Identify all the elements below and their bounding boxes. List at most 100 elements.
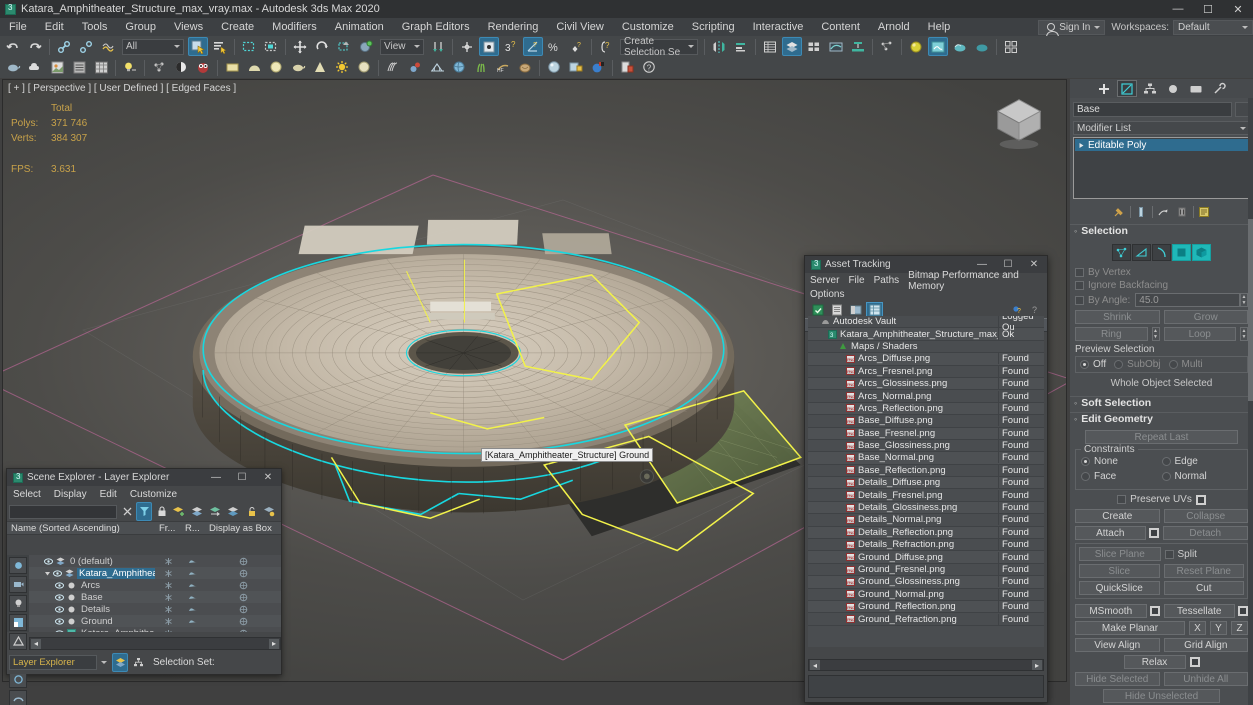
render-iterative-icon[interactable]: [1001, 37, 1021, 56]
schematic-view-icon[interactable]: [848, 37, 868, 56]
eye-icon[interactable]: [55, 629, 64, 632]
scene-explorer-row[interactable]: Details: [29, 603, 281, 615]
material-editor-icon[interactable]: [906, 37, 926, 56]
display-tab-icon[interactable]: [1186, 80, 1206, 97]
freeze-toggle[interactable]: [155, 581, 181, 590]
menu-item-tools[interactable]: Tools: [73, 18, 117, 36]
preserve-uvs-settings-icon[interactable]: [1195, 494, 1206, 505]
asset-tracking-row[interactable]: 3Katara_Amphitheater_Structure_max_vray.…: [808, 328, 1044, 341]
skin-icon[interactable]: [515, 58, 535, 77]
select-object-icon[interactable]: [188, 37, 208, 56]
minimize-button[interactable]: —: [1163, 0, 1193, 18]
rollup-edit-geometry-header[interactable]: ◦ Edit Geometry: [1070, 412, 1253, 425]
select-tool-icon[interactable]: [9, 557, 27, 574]
eye-icon[interactable]: [55, 617, 64, 625]
use-pivot-point-center-icon[interactable]: [428, 37, 448, 56]
ring-button[interactable]: Ring: [1075, 327, 1148, 341]
bones-filter-icon[interactable]: [9, 690, 27, 705]
unhide-all-button[interactable]: Unhide All: [1163, 672, 1248, 686]
asset-tracking-menu-bitmap-performance-and-memory[interactable]: Bitmap Performance and Memory: [908, 270, 1038, 292]
attach-button[interactable]: Attach: [1075, 526, 1146, 540]
rollup-toggle-icon[interactable]: ◦: [1074, 414, 1077, 424]
relax-settings-icon[interactable]: [1189, 657, 1200, 667]
rendered-frame-window-icon[interactable]: [950, 37, 970, 56]
freeze-toggle[interactable]: [155, 569, 181, 578]
loop-button[interactable]: Loop: [1163, 327, 1236, 341]
object-name-input[interactable]: [1073, 102, 1232, 117]
asset-tracking-row[interactable]: Ground_Glossiness.png Found: [808, 576, 1044, 589]
snaps-toggle-icon[interactable]: [479, 37, 499, 56]
asset-tracking-hscrollbar[interactable]: ◂ ▸: [808, 659, 1044, 671]
asset-tracking-row[interactable]: Maps / Shaders: [808, 341, 1044, 354]
asset-tracking-row[interactable]: Base_Reflection.png Found: [808, 464, 1044, 478]
menu-item-scripting[interactable]: Scripting: [683, 18, 744, 36]
display-as-box-toggle[interactable]: [205, 629, 281, 632]
command-panel-scrollbar[interactable]: [1248, 98, 1253, 705]
asset-tracking-row[interactable]: Ground_Normal.png Found: [808, 588, 1044, 601]
make-planar-button[interactable]: Make Planar: [1075, 621, 1185, 635]
constraint-face-radio[interactable]: Face: [1081, 471, 1162, 482]
asset-tracking-menu-paths[interactable]: Paths: [874, 275, 900, 286]
msmooth-settings-icon[interactable]: [1149, 606, 1160, 616]
render-toggle[interactable]: [181, 569, 205, 577]
make-planar-x-button[interactable]: X: [1189, 621, 1206, 635]
asset-tracking-row[interactable]: Arcs_Normal.png Found: [808, 390, 1044, 403]
scene-explorer-search-input[interactable]: [9, 504, 117, 519]
scene-explorer-row[interactable]: 0 (default): [29, 555, 281, 567]
layer-properties-icon[interactable]: [261, 502, 277, 521]
cameras-filter-icon[interactable]: [9, 576, 27, 593]
by-angle-row[interactable]: By Angle: 45.0 ▲ ▼: [1075, 293, 1248, 307]
window-crossing-icon[interactable]: [261, 37, 281, 56]
bridge-icon[interactable]: [427, 58, 447, 77]
loop-spinner[interactable]: ▲ ▼: [1240, 327, 1248, 341]
render-toggle[interactable]: [181, 629, 205, 632]
scene-explorer-menu-customize[interactable]: Customize: [130, 489, 177, 500]
cloud-icon[interactable]: [25, 58, 45, 77]
asset-tracking-row[interactable]: Arcs_Diffuse.png Found: [808, 353, 1044, 366]
collapse-button[interactable]: Collapse: [1163, 509, 1248, 523]
asset-tracking-row[interactable]: Ground_Refraction.png Found: [808, 613, 1044, 626]
relax-button[interactable]: Relax: [1123, 655, 1186, 669]
asset-tracking-row[interactable]: Details_Reflection.png Found: [808, 526, 1044, 540]
scene-explorer-titlebar[interactable]: Scene Explorer - Layer Explorer — ☐ ✕: [7, 469, 281, 486]
rollup-selection-header[interactable]: ◦ Selection: [1070, 224, 1253, 237]
pin-stack-icon[interactable]: [1111, 205, 1128, 220]
scene-explorer-row[interactable]: Arcs: [29, 579, 281, 591]
expand-arrow-icon[interactable]: [1077, 141, 1085, 149]
hierarchy-tab-icon[interactable]: [1140, 80, 1160, 97]
select-and-scale-icon[interactable]: [334, 37, 354, 56]
selection-filter-combo[interactable]: All: [122, 38, 184, 55]
display-as-box-toggle[interactable]: [205, 593, 281, 602]
select-and-manipulate-icon[interactable]: [457, 37, 477, 56]
modify-tab-icon[interactable]: [1117, 80, 1137, 97]
attach-settings-icon[interactable]: [1148, 528, 1159, 538]
hide-unselected-button[interactable]: Hide Unselected: [1103, 689, 1220, 703]
scroll-left-arrow-icon[interactable]: ◂: [31, 638, 41, 649]
view-align-button[interactable]: View Align: [1075, 638, 1160, 652]
freeze-toggle[interactable]: [155, 557, 181, 566]
asset-tracking-row[interactable]: Details_Refraction.png Found: [808, 539, 1044, 552]
modifier-list-dropdown[interactable]: Modifier List: [1073, 121, 1250, 135]
viewport-label[interactable]: [ + ] [ Perspective ] [ User Defined ] […: [8, 83, 236, 94]
scene-explorer-dialog[interactable]: Scene Explorer - Layer Explorer — ☐ ✕ Se…: [6, 468, 282, 705]
menu-item-edit[interactable]: Edit: [36, 18, 73, 36]
layers-icon[interactable]: [189, 502, 205, 521]
menu-item-rendering[interactable]: Rendering: [479, 18, 548, 36]
scene-explorer-menu-select[interactable]: Select: [13, 489, 41, 500]
scene-explorer-list[interactable]: 0 (default)Katara_Amphitheater_Structure…: [29, 555, 281, 632]
asset-tracking-row[interactable]: Autodesk Vault Logged Ou: [808, 316, 1044, 333]
column-freeze[interactable]: Fr...: [155, 523, 181, 534]
hide-selected-button[interactable]: Hide Selected: [1075, 672, 1160, 686]
radio[interactable]: [1081, 472, 1090, 481]
reset-plane-button[interactable]: Reset Plane: [1163, 564, 1244, 578]
asset-tracking-list[interactable]: Autodesk Vault Logged Ou 3 Katara_Amphithea…: [808, 316, 1044, 647]
spinner-snap-toggle-icon[interactable]: %: [545, 37, 565, 56]
layers2-icon[interactable]: [225, 502, 241, 521]
by-angle-value[interactable]: 45.0: [1135, 293, 1240, 307]
column-name[interactable]: Name (Sorted Ascending): [7, 523, 155, 534]
select-link-icon[interactable]: [54, 37, 74, 56]
asset-tracking-row[interactable]: Base_Glossiness.png Found: [808, 440, 1044, 453]
sphere-shade-icon[interactable]: [171, 58, 191, 77]
shrink-button[interactable]: Shrink: [1075, 310, 1160, 324]
asset-tracking-menu-options[interactable]: Options: [810, 289, 844, 300]
